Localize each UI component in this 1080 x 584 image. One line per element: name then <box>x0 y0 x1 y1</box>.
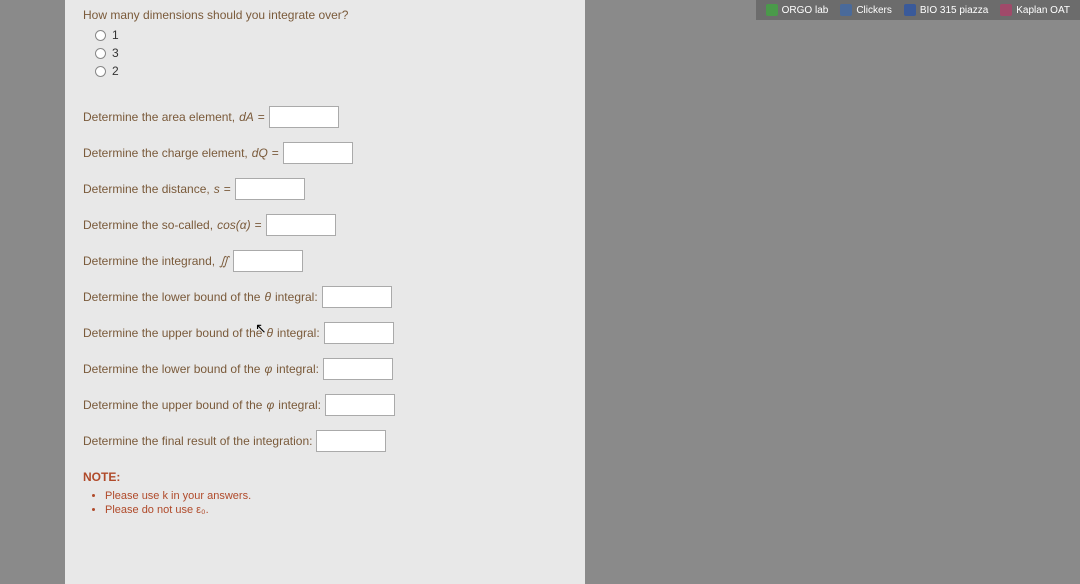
q-text-pre: Determine the integrand, <box>83 254 215 268</box>
question-theta-upper: Determine the upper bound of the θ integ… <box>83 322 567 344</box>
quiz-content: How many dimensions should you integrate… <box>65 0 585 584</box>
q-text-post: integral: <box>277 326 320 340</box>
question-prompt: How many dimensions should you integrate… <box>83 8 567 22</box>
note-item: Please do not use ε₀. <box>105 504 567 516</box>
question-phi-lower: Determine the lower bound of the φ integ… <box>83 358 567 380</box>
q-text-pre: Determine the upper bound of the <box>83 326 262 340</box>
q-symbol: dA <box>239 110 254 124</box>
q-symbol: θ <box>266 326 273 340</box>
input-dQ[interactable] <box>283 142 353 164</box>
q-text-post: = <box>272 146 279 160</box>
question-theta-lower: Determine the lower bound of the θ integ… <box>83 286 567 308</box>
input-phi-upper[interactable] <box>325 394 395 416</box>
q-text-pre: Determine the charge element, <box>83 146 248 160</box>
bookmark-label: Kaplan OAT <box>1016 5 1070 16</box>
radio-icon[interactable] <box>95 48 106 59</box>
q-symbol: dQ <box>252 146 268 160</box>
question-integrand: Determine the integrand, ∬ <box>83 250 567 272</box>
input-s[interactable] <box>235 178 305 200</box>
bookmark-icon <box>766 4 778 16</box>
q-text-pre: Determine the upper bound of the <box>83 398 262 412</box>
radio-label: 3 <box>112 46 119 60</box>
note-list: Please use k in your answers. Please do … <box>105 490 567 516</box>
question-s: Determine the distance, s = <box>83 178 567 200</box>
q-text-pre: Determine the area element, <box>83 110 235 124</box>
bookmark-icon <box>1000 4 1012 16</box>
radio-group-dimensions: 1 3 2 <box>95 28 567 78</box>
radio-option-3[interactable]: 3 <box>95 46 567 60</box>
q-text-post: integral: <box>276 362 319 376</box>
q-symbol: cos(α) <box>217 218 251 232</box>
q-text-post: integral: <box>278 398 321 412</box>
bookmark-label: Clickers <box>856 5 892 16</box>
radio-option-1[interactable]: 1 <box>95 28 567 42</box>
q-text-post: = <box>224 182 231 196</box>
bookmark-label: BIO 315 piazza <box>920 5 988 16</box>
bookmark-icon <box>840 4 852 16</box>
q-text-post: = <box>255 218 262 232</box>
q-text-pre: Determine the lower bound of the <box>83 290 260 304</box>
bookmark-clickers[interactable]: Clickers <box>840 4 892 16</box>
q-symbol: s <box>214 182 220 196</box>
q-text-pre: Determine the final result of the integr… <box>83 434 312 448</box>
question-final-result: Determine the final result of the integr… <box>83 430 567 452</box>
input-dA[interactable] <box>269 106 339 128</box>
bookmark-bio-piazza[interactable]: BIO 315 piazza <box>904 4 988 16</box>
bookmark-kaplan-oat[interactable]: Kaplan OAT <box>1000 4 1070 16</box>
input-theta-lower[interactable] <box>322 286 392 308</box>
question-dA: Determine the area element, dA = <box>83 106 567 128</box>
note-item: Please use k in your answers. <box>105 490 567 502</box>
q-text-pre: Determine the so-called, <box>83 218 213 232</box>
q-symbol: θ <box>264 290 271 304</box>
bookmark-orgo-lab[interactable]: ORGO lab <box>766 4 829 16</box>
q-symbol: φ <box>264 362 272 376</box>
input-integrand[interactable] <box>233 250 303 272</box>
q-text-pre: Determine the distance, <box>83 182 210 196</box>
q-text-post: integral: <box>275 290 318 304</box>
q-text-post: = <box>258 110 265 124</box>
q-text-pre: Determine the lower bound of the <box>83 362 260 376</box>
radio-label: 1 <box>112 28 119 42</box>
input-final-result[interactable] <box>316 430 386 452</box>
input-phi-lower[interactable] <box>323 358 393 380</box>
radio-icon[interactable] <box>95 66 106 77</box>
radio-label: 2 <box>112 64 119 78</box>
bookmark-icon <box>904 4 916 16</box>
question-dQ: Determine the charge element, dQ = <box>83 142 567 164</box>
input-cos-alpha[interactable] <box>266 214 336 236</box>
input-theta-upper[interactable] <box>324 322 394 344</box>
radio-icon[interactable] <box>95 30 106 41</box>
question-cos-alpha: Determine the so-called, cos(α) = <box>83 214 567 236</box>
q-symbol: ∬ <box>219 254 228 268</box>
q-symbol: φ <box>266 398 274 412</box>
bookmark-label: ORGO lab <box>782 5 829 16</box>
question-phi-upper: Determine the upper bound of the φ integ… <box>83 394 567 416</box>
bookmarks-bar: ORGO lab Clickers BIO 315 piazza Kaplan … <box>756 0 1080 20</box>
radio-option-2[interactable]: 2 <box>95 64 567 78</box>
note-heading: NOTE: <box>83 470 567 484</box>
